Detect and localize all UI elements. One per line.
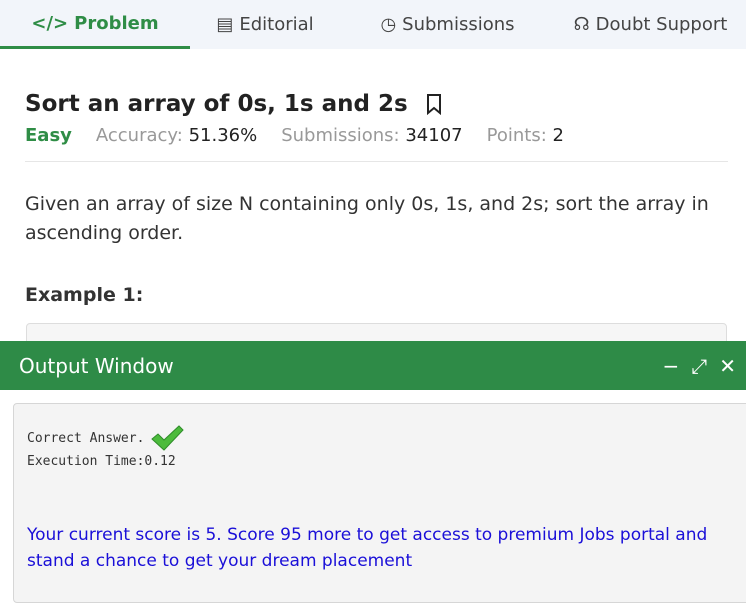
result-text: Correct Answer. [27,430,145,446]
headset-icon: ☊ [573,14,590,35]
tab-problem[interactable]: </> Problem [0,0,190,49]
minimize-icon[interactable]: − [662,354,679,378]
tab-submissions[interactable]: ◷ Submissions [340,0,555,49]
clock-icon: ◷ [380,14,397,35]
example-heading: Example 1: [25,284,144,306]
accuracy-value: 51.36% [188,125,258,146]
problem-meta: Easy Accuracy: 51.36% Submissions: 34107… [25,125,564,146]
checkmark-icon [151,425,185,451]
difficulty-badge: Easy [25,125,72,146]
submissions-value: 34107 [405,125,463,146]
problem-description: Given an array of size N containing only… [25,193,709,244]
output-window-body: Correct Answer. Execution Time:0.12 Your… [13,403,746,603]
tab-doubt-support[interactable]: ☊ Doubt Support [555,0,746,49]
output-window-title: Output Window [19,353,174,378]
code-icon: </> [31,12,69,34]
execution-time: Execution Time:0.12 [27,454,176,469]
expand-icon[interactable]: ⤢ [691,354,707,378]
page-title: Sort an array of 0s, 1s and 2s [25,91,442,117]
document-icon: ▤ [216,14,234,35]
tab-bar: </> Problem ▤ Editorial ◷ Submissions ☊ Doub… [0,0,746,49]
score-message: Your current score is 5. Score 95 more t… [27,525,708,571]
bookmark-icon[interactable] [426,93,442,115]
points-value: 2 [552,125,564,146]
close-icon[interactable]: ✕ [719,354,736,378]
divider [25,161,728,162]
output-window-header: Output Window − ⤢ ✕ [0,341,746,390]
tab-editorial[interactable]: ▤ Editorial [190,0,340,49]
